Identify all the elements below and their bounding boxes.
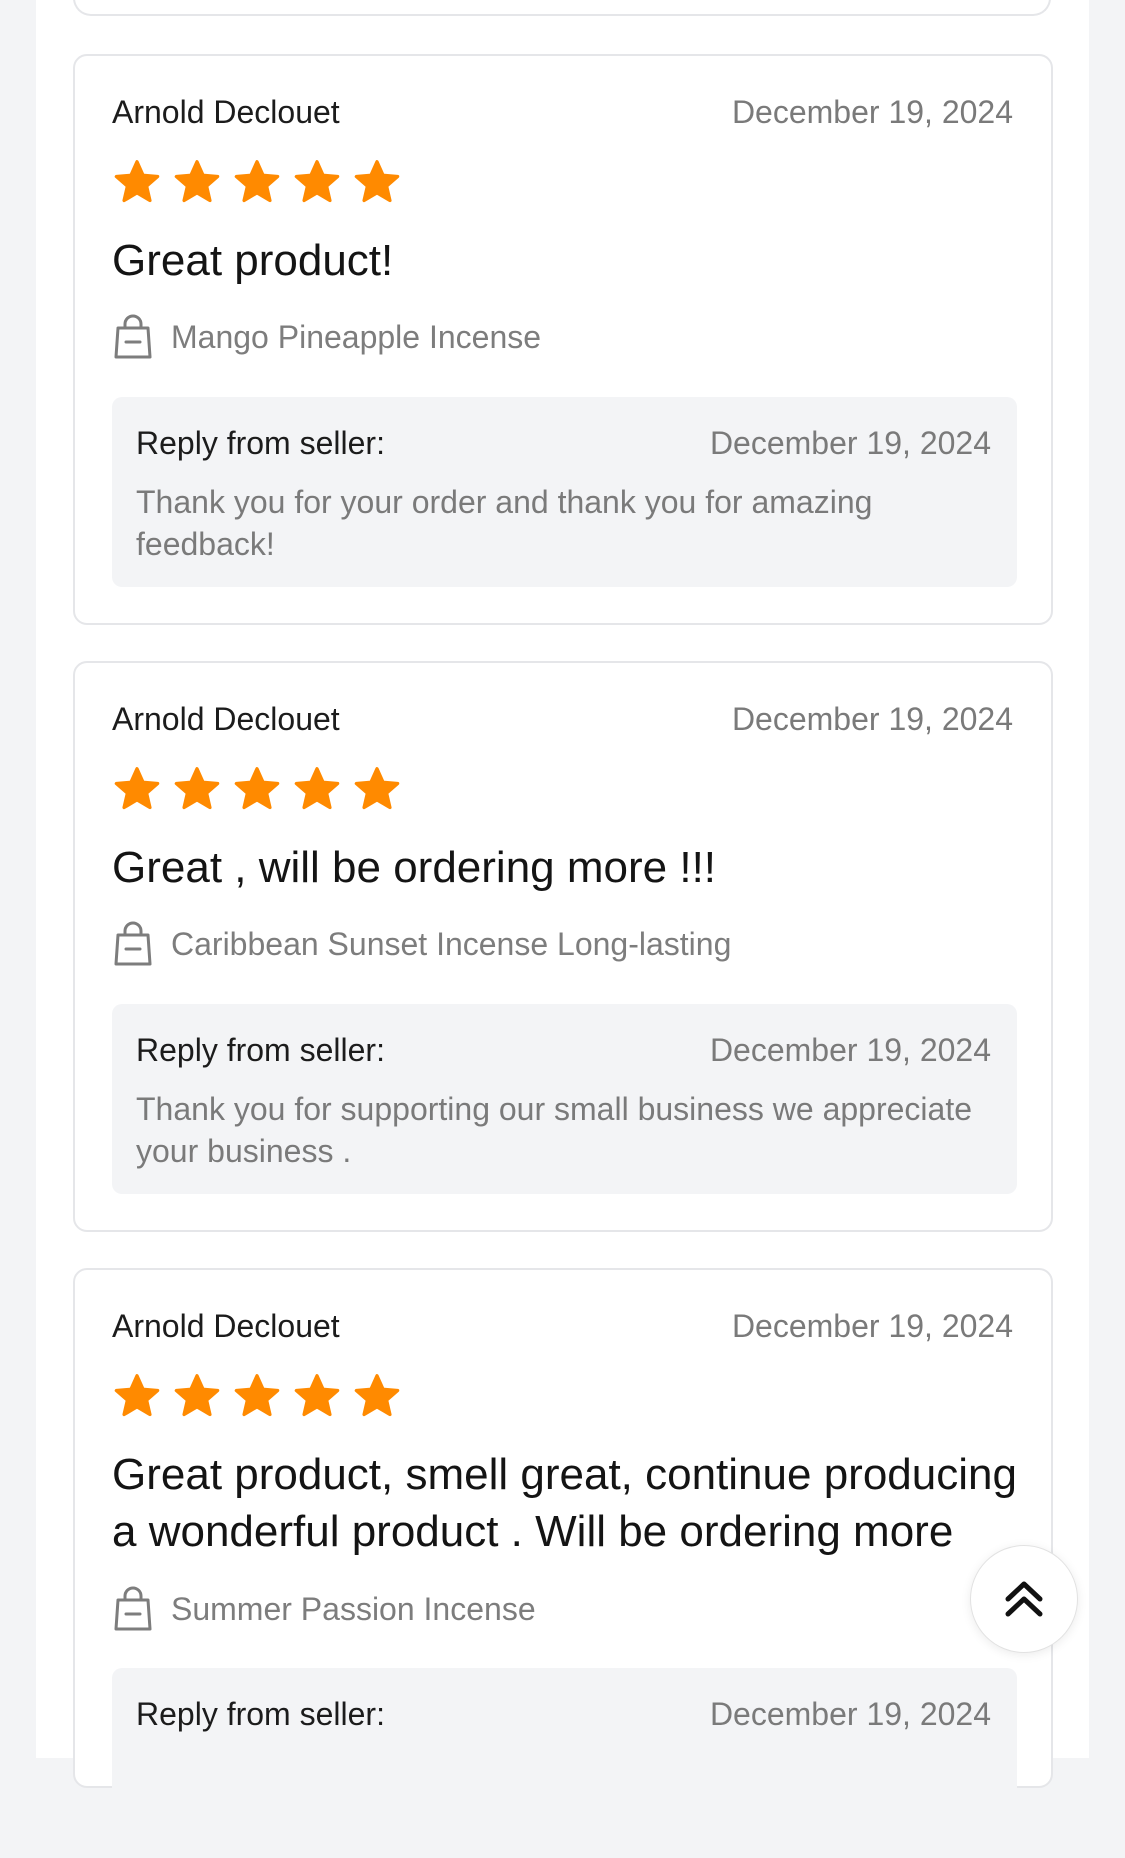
review-title: Great , will be ordering more !!!: [112, 843, 717, 892]
star-rating: [112, 1372, 402, 1422]
shopping-bag-icon: [114, 314, 152, 359]
scroll-to-top-button[interactable]: [970, 1545, 1078, 1653]
reply-text: Thank you for your order and thank you f…: [136, 484, 873, 562]
reply-date: December 19, 2024: [709, 425, 991, 461]
shopping-bag-icon: [114, 1586, 152, 1631]
star-icon: [292, 765, 342, 815]
review-product[interactable]: Summer Passion Incense: [112, 1586, 536, 1632]
product-name: Caribbean Sunset Incense Long-lasting: [171, 926, 732, 962]
review-author: Arnold Declouet: [112, 1308, 340, 1344]
review-date: December 19, 2024: [731, 1308, 1013, 1344]
reply-label: Reply from seller:: [136, 1696, 385, 1732]
review-author: Arnold Declouet: [112, 94, 340, 130]
review-title: Great product!: [112, 236, 394, 285]
seller-reply: Reply from seller: December 19, 2024 Tha…: [112, 397, 1017, 587]
star-icon: [112, 765, 162, 815]
seller-reply: Reply from seller: December 19, 2024 Tha…: [112, 1004, 1017, 1194]
review-product[interactable]: Mango Pineapple Incense: [112, 314, 541, 360]
star-icon: [172, 158, 222, 208]
star-icon: [292, 1372, 342, 1422]
star-rating: [112, 765, 402, 815]
shopping-bag-icon: [114, 921, 152, 966]
review-author: Arnold Declouet: [112, 701, 340, 737]
star-icon: [352, 765, 402, 815]
review-title: Great product, smell great, continue pro…: [112, 1450, 1017, 1556]
star-icon: [112, 1372, 162, 1422]
review-card: Arnold Declouet December 19, 2024 Great …: [73, 661, 1053, 1232]
reply-label: Reply from seller:: [136, 425, 385, 461]
star-icon: [112, 158, 162, 208]
seller-reply: Reply from seller: December 19, 2024: [112, 1668, 1017, 1858]
star-icon: [172, 765, 222, 815]
star-icon: [352, 158, 402, 208]
reviews-page: Arnold Declouet December 19, 2024 Great …: [36, 0, 1089, 1858]
star-icon: [352, 1372, 402, 1422]
review-date: December 19, 2024: [731, 94, 1013, 130]
star-icon: [172, 1372, 222, 1422]
star-rating: [112, 158, 402, 208]
review-card: Arnold Declouet December 19, 2024 Great …: [73, 1268, 1053, 1858]
reply-label: Reply from seller:: [136, 1032, 385, 1068]
product-name: Mango Pineapple Incense: [171, 319, 542, 355]
star-icon: [232, 158, 282, 208]
previous-review-card: [73, 0, 1051, 16]
star-icon: [232, 765, 282, 815]
double-chevron-up-icon: [1005, 1581, 1043, 1617]
reply-text: Thank you for supporting our small busin…: [136, 1091, 972, 1169]
star-icon: [292, 158, 342, 208]
review-card: Arnold Declouet December 19, 2024 Great …: [73, 54, 1053, 625]
star-icon: [232, 1372, 282, 1422]
review-product[interactable]: Caribbean Sunset Incense Long-lasting: [112, 921, 731, 967]
review-date: December 19, 2024: [731, 701, 1013, 737]
product-name: Summer Passion Incense: [171, 1591, 536, 1627]
reply-date: December 19, 2024: [709, 1032, 991, 1068]
reply-date: December 19, 2024: [709, 1696, 991, 1732]
